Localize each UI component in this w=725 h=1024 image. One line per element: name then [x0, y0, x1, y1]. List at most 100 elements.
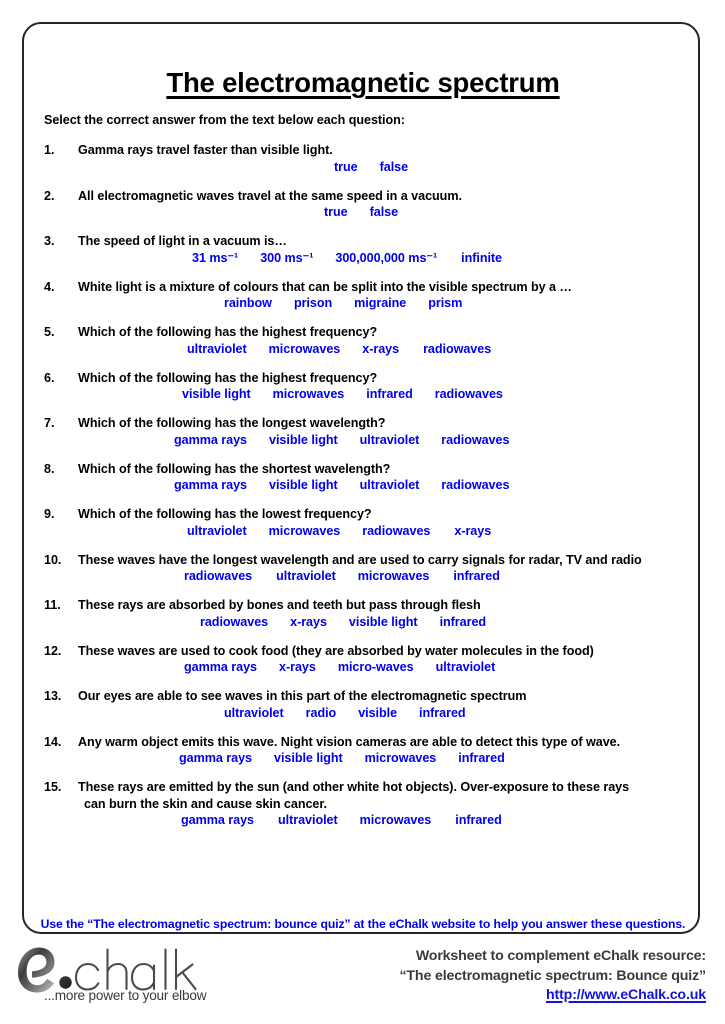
answer-option[interactable]: 300 ms⁻¹ [260, 250, 313, 268]
answer-option[interactable]: gamma rays [179, 750, 252, 768]
answer-option[interactable]: ultraviolet [187, 523, 247, 541]
question-text: These waves are used to cook food (they … [78, 643, 594, 658]
answer-option[interactable]: radiowaves [184, 568, 252, 586]
answer-option[interactable]: infrared [453, 568, 500, 586]
answer-options-row: radiowaves ultraviolet microwaves infrared [24, 568, 702, 586]
worksheet-border-frame: The electromagnetic spectrum Select the … [22, 22, 700, 934]
question-line: 2. All electromagnetic waves travel at th… [24, 188, 702, 205]
question-number: 14. [44, 734, 62, 749]
answer-option[interactable]: visible light [349, 614, 418, 632]
question-text: These rays are emitted by the sun (and o… [78, 780, 630, 794]
answer-option[interactable]: 31 ms⁻¹ [192, 250, 238, 268]
answer-option[interactable]: ultraviolet [187, 341, 247, 359]
question-line: 6. Which of the following has the highes… [24, 370, 702, 387]
question-number: 1. [44, 143, 55, 157]
question-number: 3. [44, 234, 55, 248]
question-block: 1. Gamma rays travel faster than visible … [24, 142, 702, 176]
question-text: Any warm object emits this wave. Night v… [78, 734, 621, 749]
answer-option[interactable]: ultraviolet [360, 477, 420, 495]
answer-option[interactable]: visible light [182, 386, 251, 404]
answer-option[interactable]: visible light [269, 432, 338, 450]
answer-option[interactable]: microwaves [365, 750, 437, 768]
answer-option[interactable]: infrared [458, 750, 505, 768]
answer-option[interactable]: x-rays [279, 659, 316, 677]
answer-option[interactable]: microwaves [358, 568, 430, 586]
answer-options-row: gamma rays x-rays micro-waves ultraviolet [24, 659, 702, 677]
instruction-text: Select the correct answer from the text … [44, 113, 405, 127]
question-block: 15. These rays are emitted by the sun (an… [24, 779, 702, 830]
answer-option[interactable]: infinite [461, 250, 502, 268]
question-line: 7. Which of the following has the longest… [24, 415, 702, 432]
footer-line-1: Worksheet to complement eChalk resource: [415, 948, 706, 964]
answer-option[interactable]: false [370, 204, 399, 222]
answer-option[interactable]: prism [428, 295, 462, 313]
answer-option[interactable]: x-rays [362, 341, 399, 359]
question-number: 12. [44, 643, 62, 658]
answer-options-row: gamma rays visible light microwaves infrare… [24, 750, 702, 768]
answer-option[interactable]: gamma rays [184, 659, 257, 677]
answer-option[interactable]: microwaves [269, 341, 341, 359]
answer-option[interactable]: infrared [455, 812, 502, 830]
answer-option[interactable]: radiowaves [441, 477, 509, 495]
question-block: 11. These rays are absorbed by bones and … [24, 597, 702, 631]
answer-option[interactable]: radiowaves [200, 614, 268, 632]
answer-option[interactable]: 300,000,000 ms⁻¹ [335, 250, 437, 268]
answer-option[interactable]: ultraviolet [276, 568, 336, 586]
answer-option[interactable]: ultraviolet [224, 705, 284, 723]
question-text: Gamma rays travel faster than visible li… [78, 143, 333, 157]
answer-option[interactable]: prison [294, 295, 332, 313]
answer-option[interactable]: microwaves [269, 523, 341, 541]
answer-option[interactable]: true [324, 204, 348, 222]
answer-option[interactable]: radiowaves [435, 386, 503, 404]
question-block: 10. These waves have the longest waveleng… [24, 552, 702, 586]
answer-option[interactable]: radiowaves [362, 523, 430, 541]
answer-options-row: radiowaves x-rays visible light infrared [24, 614, 702, 632]
answer-options-row: gamma rays visible light ultraviolet radiow… [24, 477, 702, 495]
question-line: 14. Any warm object emits this wave. Nigh… [24, 734, 702, 751]
answer-option[interactable]: visible [358, 705, 397, 723]
question-line: 10. These waves have the longest waveleng… [24, 552, 702, 569]
answer-option[interactable]: ultraviolet [436, 659, 496, 677]
answer-option[interactable]: gamma rays [174, 477, 247, 495]
echalk-website-link[interactable]: http://www.eChalk.co.uk [399, 986, 706, 1006]
question-line: 12. These waves are used to cook food (th… [24, 643, 702, 660]
answer-option[interactable]: false [380, 159, 409, 177]
answer-option[interactable]: x-rays [454, 523, 491, 541]
answer-option[interactable]: radio [306, 705, 337, 723]
answer-option[interactable]: visible light [274, 750, 343, 768]
answer-option[interactable]: infrared [440, 614, 487, 632]
question-text: All electromagnetic waves travel at the … [78, 188, 462, 203]
answer-option[interactable]: true [334, 159, 358, 177]
answer-option[interactable]: infrared [366, 386, 413, 404]
answer-option[interactable]: micro-waves [338, 659, 414, 677]
answer-option[interactable]: radiowaves [423, 341, 491, 359]
question-text: White light is a mixture of colours that… [78, 279, 572, 294]
answer-options-row: true false [24, 204, 702, 222]
question-block: 8. Which of the following has the shortes… [24, 461, 702, 495]
answer-option[interactable]: microwaves [273, 386, 345, 404]
answer-option[interactable]: gamma rays [174, 432, 247, 450]
question-text: Which of the following has the longest w… [78, 416, 386, 430]
answer-option[interactable]: gamma rays [181, 812, 254, 830]
question-block: 6. Which of the following has the highes… [24, 370, 702, 404]
answer-option[interactable]: ultraviolet [278, 812, 338, 830]
answer-option[interactable]: radiowaves [441, 432, 509, 450]
answer-option[interactable]: rainbow [224, 295, 272, 313]
answer-option[interactable]: migraine [354, 295, 406, 313]
page-title: The electromagnetic spectrum [24, 68, 702, 98]
question-line: 1. Gamma rays travel faster than visible … [24, 142, 702, 159]
footer-resource-info: Worksheet to complement eChalk resource:… [399, 947, 706, 1006]
question-number: 6. [44, 370, 55, 385]
footer-line-2: “The electromagnetic spectrum: Bounce qu… [399, 967, 706, 984]
answer-option[interactable]: microwaves [360, 812, 432, 830]
question-number: 11. [44, 598, 61, 612]
question-text-continued: can burn the skin and cause skin cancer. [84, 796, 327, 811]
question-text: Our eyes are able to see waves in this p… [78, 689, 527, 703]
answer-option[interactable]: ultraviolet [360, 432, 420, 450]
answer-option[interactable]: infrared [419, 705, 466, 723]
answer-option[interactable]: x-rays [290, 614, 327, 632]
answer-option[interactable]: visible light [269, 477, 338, 495]
question-block: 12. These waves are used to cook food (th… [24, 643, 702, 677]
answer-options-row: ultraviolet radio visible infrared [24, 705, 702, 723]
question-number: 5. [44, 325, 55, 339]
